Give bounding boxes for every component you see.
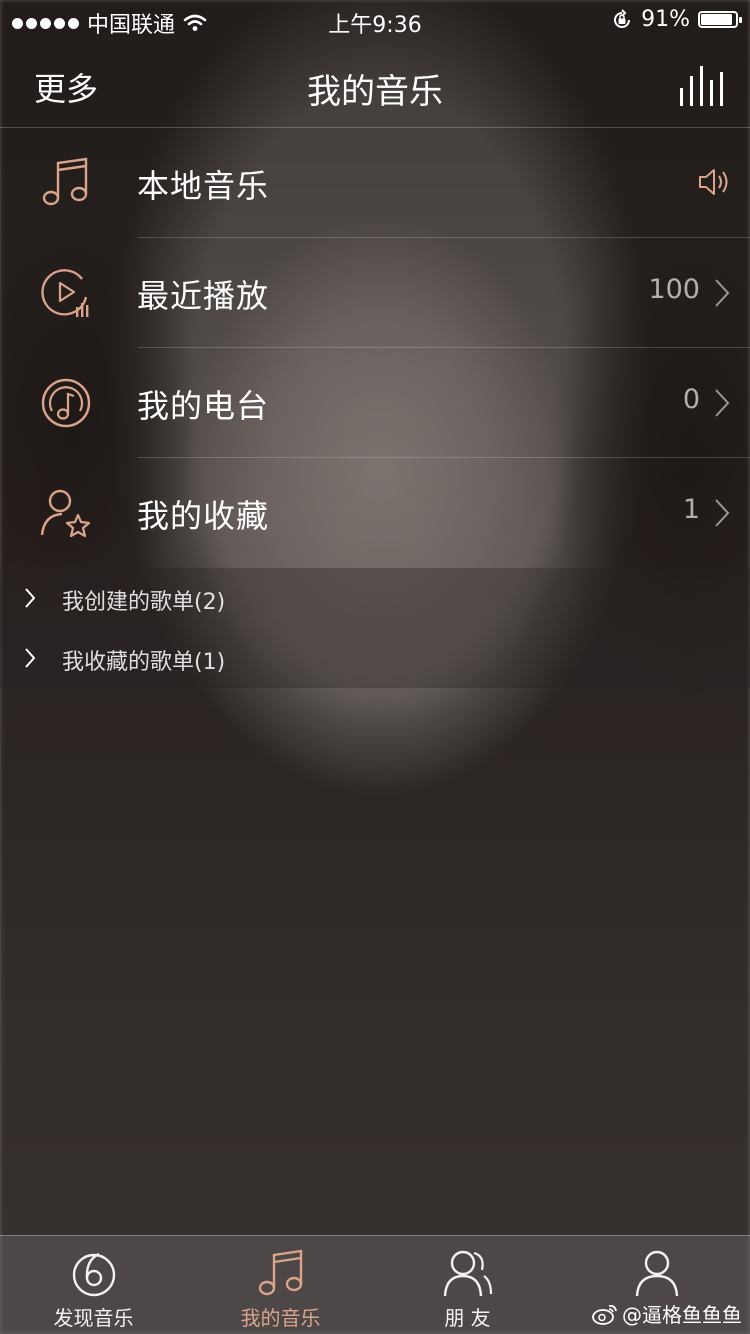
user-icon — [635, 1250, 678, 1297]
collected-playlists-row[interactable]: 我收藏的歌单(1) — [0, 628, 750, 688]
my-radio-label: 我的电台 — [137, 387, 270, 425]
tab-friends[interactable]: 朋 友 — [374, 1236, 561, 1334]
chevron-right-icon — [715, 279, 730, 307]
equalizer-bars-icon[interactable] — [678, 62, 724, 106]
navigation-bar: 更多 我的音乐 — [0, 40, 750, 128]
my-favorites-count: 1 — [682, 494, 700, 525]
battery-level — [701, 14, 732, 25]
screen: 中国联通 上午9:36 91% 更多 我的音乐 本地音乐 最近播放 100 我的… — [0, 0, 750, 1334]
battery-icon — [698, 11, 742, 28]
recent-play-label: 最近播放 — [137, 277, 270, 315]
chevron-right-icon — [25, 588, 36, 608]
page-title: 我的音乐 — [307, 72, 443, 112]
weibo-logo-icon — [592, 1304, 617, 1325]
tab-discover-music[interactable]: 发现音乐 — [0, 1236, 187, 1334]
collected-playlists-label: 我收藏的歌单(1) — [62, 650, 226, 675]
battery-percent: 91% — [641, 7, 690, 32]
watermark-text: @逼格鱼鱼鱼 — [622, 1303, 742, 1327]
local-music-label: 本地音乐 — [137, 167, 270, 205]
weibo-watermark: @逼格鱼鱼鱼 — [592, 1299, 742, 1328]
discover-icon — [72, 1252, 115, 1297]
playlist-section: 我创建的歌单(2) 我收藏的歌单(1) — [0, 568, 750, 688]
friends-icon — [443, 1250, 492, 1297]
tab-my-music-label: 我的音乐 — [240, 1306, 321, 1330]
chevron-right-icon — [715, 499, 730, 527]
user-star-icon — [40, 489, 91, 538]
music-note-icon — [42, 157, 88, 206]
my-favorites-label: 我的收藏 — [137, 497, 270, 535]
created-playlists-label: 我创建的歌单(2) — [62, 590, 226, 615]
my-radio-count: 0 — [682, 384, 700, 415]
tab-discover-music-label: 发现音乐 — [53, 1306, 134, 1330]
orientation-lock-icon — [614, 8, 631, 28]
local-music-row[interactable]: 本地音乐 — [0, 128, 750, 238]
recent-play-icon — [41, 269, 89, 317]
status-bar: 中国联通 上午9:36 91% — [0, 0, 750, 40]
tab-my-music[interactable]: 我的音乐 — [187, 1236, 374, 1334]
chevron-right-icon — [715, 389, 730, 417]
chevron-right-icon — [25, 648, 36, 668]
recent-play-count: 100 — [648, 274, 700, 305]
radio-icon — [41, 378, 91, 428]
recent-play-row[interactable]: 最近播放 100 — [0, 238, 750, 348]
speaker-icon — [699, 169, 728, 195]
my-radio-row[interactable]: 我的电台 0 — [0, 348, 750, 458]
created-playlists-row[interactable]: 我创建的歌单(2) — [0, 568, 750, 628]
my-favorites-row[interactable]: 我的收藏 1 — [0, 458, 750, 568]
my-music-list: 本地音乐 最近播放 100 我的电台 0 我的收藏 1 — [0, 128, 750, 568]
music-note-icon — [258, 1249, 302, 1296]
tab-friends-label: 朋 友 — [444, 1306, 491, 1330]
